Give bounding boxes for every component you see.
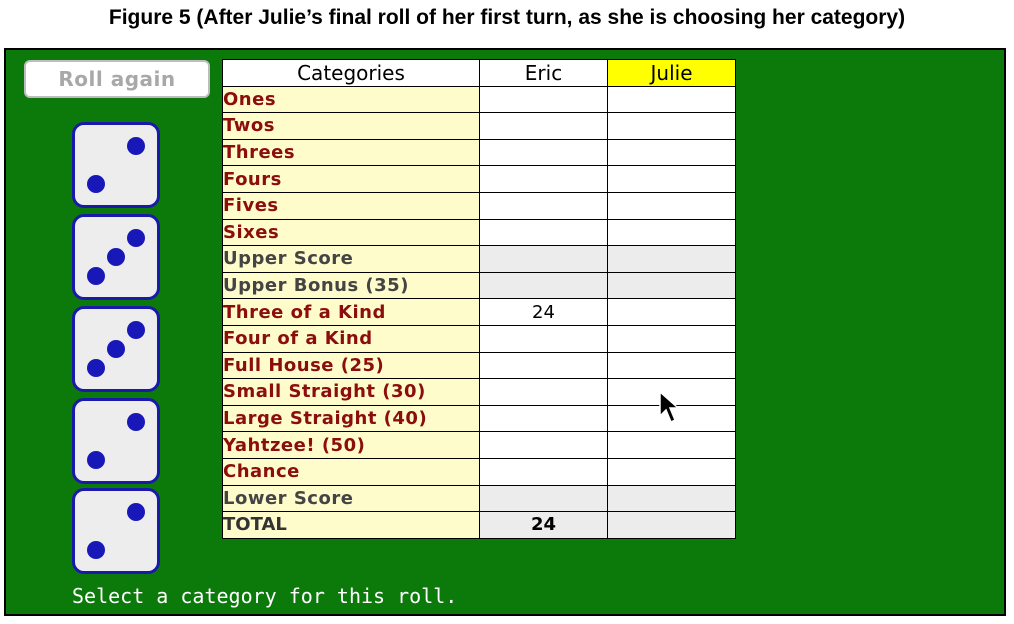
score-cell-julie-four-of-a-kind[interactable] [607,324,736,353]
score-cell-eric-large-straight-40[interactable] [479,404,608,433]
score-cell-eric-sixes[interactable] [479,218,608,247]
scorecard-row: Threes [222,138,736,167]
scorecard-row: Twos [222,112,736,140]
scorecard-row: Three of a Kind 24 [222,298,736,326]
score-cell-eric-ones[interactable] [479,85,608,114]
scorecard-row: Upper Bonus (35) [222,271,736,300]
scorecard-row: Chance [222,457,736,486]
category-label-chance: Chance [222,457,480,486]
category-label-full-house-25: Full House (25) [222,351,480,380]
scorecard-row: Fours [222,165,736,193]
scorecard-row: Upper Score [222,245,736,273]
die-2[interactable] [72,214,160,300]
category-label-upper-bonus-35: Upper Bonus (35) [222,271,480,300]
die-pip [87,451,106,470]
die-pip [87,175,106,194]
score-cell-julie-fives[interactable] [607,191,736,220]
scorecard-row: Yahtzee! (50) [222,431,736,459]
category-label-total: TOTAL [222,511,480,539]
die-pip [126,320,145,339]
scorecard: Categories Eric Julie Ones Twos Threes Four… [222,59,736,539]
figure-caption: Figure 5 (After Julie’s final roll of he… [108,6,906,29]
category-label-fives: Fives [222,191,480,220]
score-cell-julie-yahtzee-50[interactable] [607,431,736,459]
score-cell-julie-total [607,511,736,539]
score-cell-eric-four-of-a-kind[interactable] [479,324,608,353]
score-cell-eric-lower-score [479,484,608,513]
die-pip [126,136,145,155]
score-cell-eric-three-of-a-kind[interactable]: 24 [479,298,608,326]
die-pip [107,248,125,266]
category-label-small-straight-30: Small Straight (30) [222,378,480,406]
score-cell-julie-lower-score [607,484,736,513]
score-cell-eric-fives[interactable] [479,191,608,220]
category-label-fours: Fours [222,165,480,193]
die-pip [87,541,106,560]
score-cell-eric-chance[interactable] [479,457,608,486]
category-label-lower-score: Lower Score [222,484,480,513]
category-label-large-straight-40: Large Straight (40) [222,404,480,433]
score-cell-eric-fours[interactable] [479,165,608,193]
score-cell-eric-full-house-25[interactable] [479,351,608,380]
category-label-threes: Threes [222,138,480,167]
scorecard-row: Full House (25) [222,351,736,380]
score-cell-eric-total: 24 [479,511,608,539]
die-pip [126,502,145,521]
score-cell-julie-three-of-a-kind[interactable] [607,298,736,326]
player-header-eric: Eric [479,59,608,87]
player-header-julie: Julie [607,59,736,87]
die-1[interactable] [72,122,160,208]
roll-again-button[interactable]: Roll again [24,60,210,98]
score-cell-julie-upper-score [607,245,736,273]
scorecard-row: Four of a Kind [222,324,736,353]
scorecard-header-row: Categories Eric Julie [222,59,736,87]
category-label-four-of-a-kind: Four of a Kind [222,324,480,353]
die-5[interactable] [72,488,160,574]
die-3[interactable] [72,306,160,392]
category-label-yahtzee-50: Yahtzee! (50) [222,431,480,459]
scorecard-row: Fives [222,191,736,220]
score-cell-julie-full-house-25[interactable] [607,351,736,380]
die-4[interactable] [72,398,160,484]
category-label-sixes: Sixes [222,218,480,247]
score-cell-julie-sixes[interactable] [607,218,736,247]
score-cell-julie-threes[interactable] [607,138,736,167]
scorecard-row: Lower Score [222,484,736,513]
category-label-upper-score: Upper Score [222,245,480,273]
category-label-three-of-a-kind: Three of a Kind [222,298,480,326]
score-cell-julie-fours[interactable] [607,165,736,193]
categories-header: Categories [222,59,480,87]
game-board: Roll again Categories Eric Julie Ones Two… [4,48,1006,616]
die-pip [87,359,106,378]
die-pip [87,267,106,286]
score-cell-eric-twos[interactable] [479,112,608,140]
status-message: Select a category for this roll. [72,584,458,608]
die-pip [126,412,145,431]
category-label-twos: Twos [222,112,480,140]
category-label-ones: Ones [222,85,480,114]
score-cell-eric-small-straight-30[interactable] [479,378,608,406]
score-cell-eric-upper-score [479,245,608,273]
score-cell-julie-upper-bonus-35 [607,271,736,300]
score-cell-julie-chance[interactable] [607,457,736,486]
score-cell-eric-upper-bonus-35 [479,271,608,300]
mouse-cursor-icon [659,390,680,424]
score-cell-eric-yahtzee-50[interactable] [479,431,608,459]
score-cell-julie-ones[interactable] [607,85,736,114]
die-pip [126,228,145,247]
die-pip [107,340,125,358]
scorecard-row: Ones [222,85,736,114]
score-cell-julie-twos[interactable] [607,112,736,140]
scorecard-row: Sixes [222,218,736,247]
score-cell-eric-threes[interactable] [479,138,608,167]
scorecard-row: TOTAL 24 [222,511,736,539]
